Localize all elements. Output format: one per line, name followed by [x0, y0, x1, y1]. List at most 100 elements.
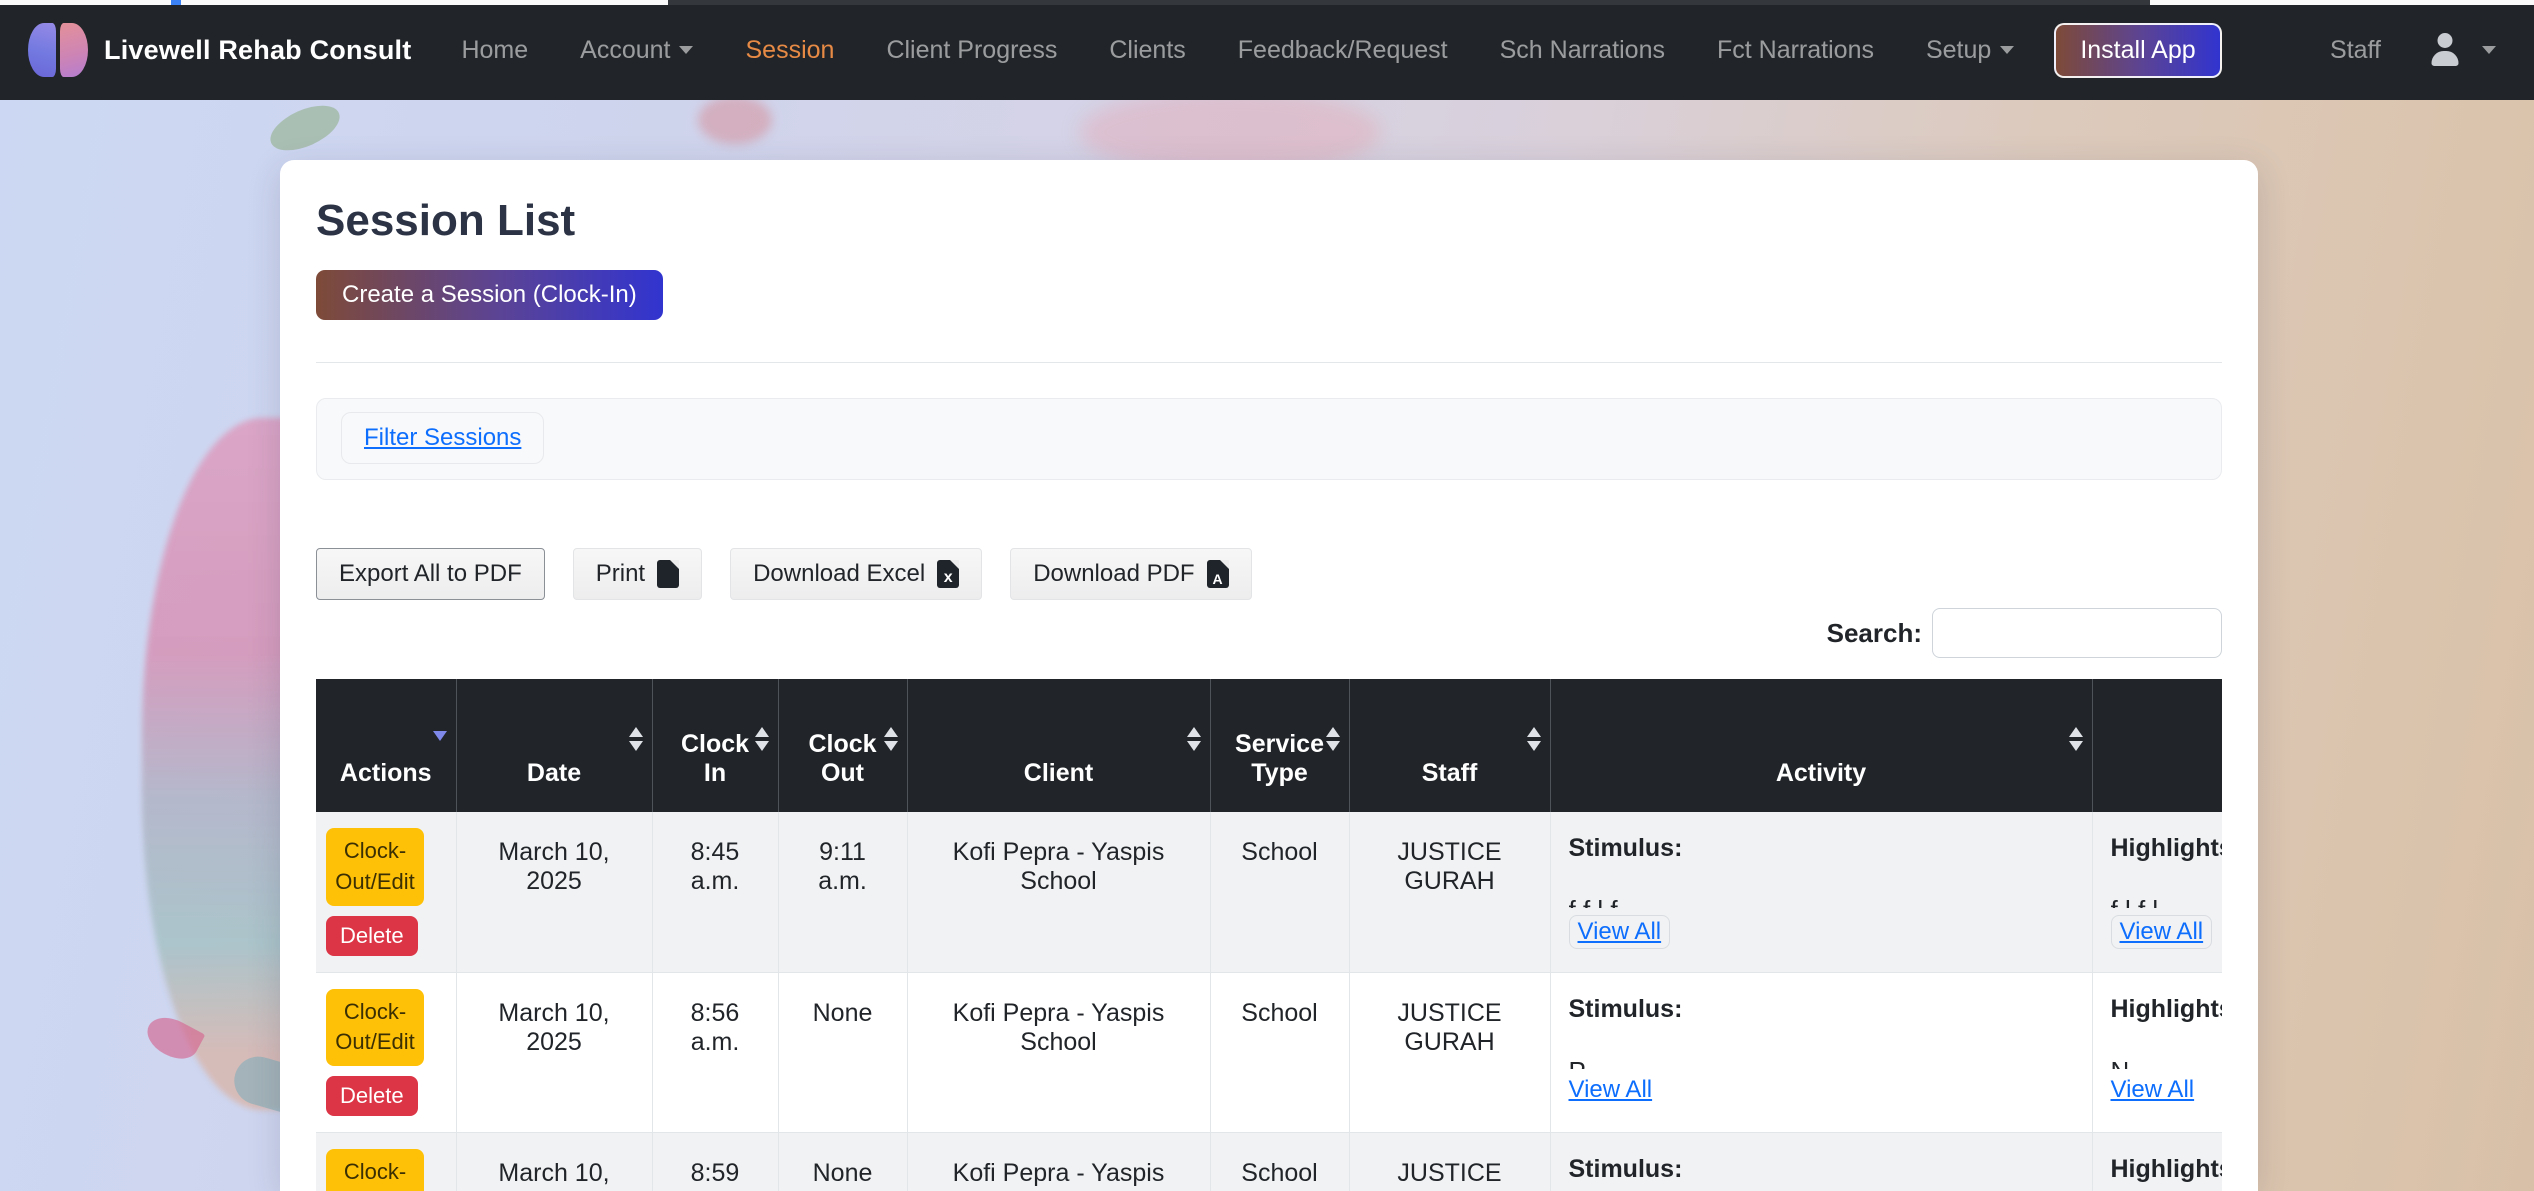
- brand-name: Livewell Rehab Consult: [104, 35, 411, 66]
- clock-out-edit-button[interactable]: Clock-Out/Edit: [326, 1149, 424, 1191]
- search-label: Search:: [1827, 618, 1922, 649]
- nav-item-home[interactable]: Home: [461, 36, 528, 65]
- brand[interactable]: Livewell Rehab Consult: [26, 21, 411, 79]
- user-menu[interactable]: [2427, 32, 2496, 68]
- window-chrome-strip: [0, 0, 2534, 5]
- nav-item-sch-narrations[interactable]: Sch Narrations: [1500, 36, 1665, 65]
- staff-cell: JUSTICE GURAH: [1349, 1133, 1550, 1191]
- highlights-label: Highlights:: [2111, 995, 2223, 1024]
- sort-icon: [1326, 727, 1340, 751]
- activity-cell: Stimulus: View All: [1550, 1133, 2092, 1191]
- sessions-table: Actions Date Clock In Clock Out: [316, 679, 2222, 1191]
- highlights-cell: Highlights: N View All: [2092, 972, 2222, 1133]
- highlights-preview-clipped: f l f l: [2111, 893, 2223, 908]
- nav-item-fct-narrations[interactable]: Fct Narrations: [1717, 36, 1874, 65]
- column-header-clock-in[interactable]: Clock In: [652, 679, 778, 812]
- sort-desc-icon: [433, 731, 447, 741]
- client-cell: Kofi Pepra - Yaspis School: [907, 812, 1210, 972]
- stimulus-label: Stimulus:: [1569, 1155, 2074, 1184]
- delete-button[interactable]: Delete: [326, 916, 418, 956]
- activity-preview-clipped: P: [1569, 1054, 2074, 1069]
- section-divider: [316, 362, 2222, 363]
- activity-cell: Stimulus: P View All: [1550, 972, 2092, 1133]
- column-header-activity[interactable]: Activity: [1550, 679, 2092, 812]
- staff-cell: JUSTICE GURAH: [1349, 812, 1550, 972]
- stimulus-label: Stimulus:: [1569, 995, 2074, 1024]
- activity-view-all-link[interactable]: View All: [1569, 915, 1671, 949]
- column-header-client[interactable]: Client: [907, 679, 1210, 812]
- clock-in-cell: 8:45 a.m.: [652, 812, 778, 972]
- nav-items: Home Account Session Client Progress Cli…: [461, 36, 2014, 65]
- create-session-button[interactable]: Create a Session (Clock-In): [316, 270, 663, 320]
- export-all-pdf-button[interactable]: Export All to PDF: [316, 548, 545, 600]
- client-cell: Kofi Pepra - Yaspis School: [907, 972, 1210, 1133]
- install-app-button[interactable]: Install App: [2054, 23, 2221, 78]
- nav-item-session[interactable]: Session: [745, 36, 834, 65]
- print-button[interactable]: Print: [573, 548, 702, 600]
- filter-panel: Filter Sessions: [316, 398, 2222, 480]
- sort-icon: [884, 727, 898, 751]
- highlights-label: Highlights:: [2111, 1155, 2223, 1184]
- clock-out-edit-button[interactable]: Clock-Out/Edit: [326, 828, 424, 906]
- staff-cell: JUSTICE GURAH: [1349, 972, 1550, 1133]
- activity-preview-clipped: f f l f: [1569, 893, 2074, 908]
- brain-logo-icon: [26, 21, 90, 79]
- brain-logo-left-lobe: [28, 23, 56, 77]
- service-type-cell: School: [1210, 812, 1349, 972]
- print-file-icon: [657, 560, 679, 588]
- clock-out-cell: None: [778, 972, 907, 1133]
- excel-file-icon: [937, 560, 959, 588]
- activity-cell: Stimulus: f f l f View All: [1550, 812, 2092, 972]
- window-chrome-blue-marker: [171, 0, 181, 5]
- sessions-table-container: Actions Date Clock In Clock Out: [316, 679, 2222, 1191]
- clock-out-cell: None: [778, 1133, 907, 1191]
- sort-icon: [1187, 727, 1201, 751]
- nav-item-clients[interactable]: Clients: [1109, 36, 1185, 65]
- nav-item-client-progress[interactable]: Client Progress: [886, 36, 1057, 65]
- caret-down-icon: [679, 46, 693, 54]
- nav-item-account[interactable]: Account: [580, 36, 693, 65]
- highlights-view-all-link[interactable]: View All: [2111, 915, 2213, 949]
- navbar-right-group: Staff: [2330, 32, 2496, 68]
- app-root: Livewell Rehab Consult Home Account Sess…: [0, 0, 2534, 1191]
- export-toolbar: Export All to PDF Print Download Excel D…: [316, 548, 1280, 600]
- client-cell: Kofi Pepra - Yaspis School: [907, 1133, 1210, 1191]
- main-card: Session List Create a Session (Clock-In)…: [280, 160, 2258, 1191]
- stimulus-label: Stimulus:: [1569, 834, 2074, 863]
- activity-view-all-link[interactable]: View All: [1569, 1076, 1653, 1104]
- column-header-highlights[interactable]: [2092, 679, 2222, 812]
- search-input[interactable]: [1932, 608, 2222, 658]
- column-header-clock-out[interactable]: Clock Out: [778, 679, 907, 812]
- column-header-service-type[interactable]: Service Type: [1210, 679, 1349, 812]
- pdf-file-icon: [1207, 560, 1229, 588]
- column-header-date[interactable]: Date: [456, 679, 652, 812]
- column-header-staff[interactable]: Staff: [1349, 679, 1550, 812]
- nav-item-feedback-request[interactable]: Feedback/Request: [1238, 36, 1448, 65]
- user-avatar-icon: [2427, 32, 2463, 68]
- clock-out-edit-button[interactable]: Clock-Out/Edit: [326, 989, 424, 1067]
- sort-icon: [2069, 727, 2083, 751]
- nav-item-setup[interactable]: Setup: [1926, 36, 2014, 65]
- filter-toggle-box[interactable]: Filter Sessions: [341, 412, 544, 464]
- background-red-blob: [698, 96, 772, 144]
- date-cell: March 10, 2025: [456, 1133, 652, 1191]
- staff-link[interactable]: Staff: [2330, 36, 2381, 65]
- actions-cell: Clock-Out/Edit Delete: [316, 972, 456, 1133]
- highlights-cell: Highlights: View All: [2092, 1133, 2222, 1191]
- delete-button[interactable]: Delete: [326, 1076, 418, 1116]
- service-type-cell: School: [1210, 972, 1349, 1133]
- download-excel-button[interactable]: Download Excel: [730, 548, 982, 600]
- column-header-actions[interactable]: Actions: [316, 679, 456, 812]
- top-navbar: Livewell Rehab Consult Home Account Sess…: [0, 0, 2534, 100]
- sort-icon: [629, 727, 643, 751]
- brain-logo-right-lobe: [60, 23, 88, 77]
- filter-sessions-link[interactable]: Filter Sessions: [364, 424, 521, 451]
- download-pdf-button[interactable]: Download PDF: [1010, 548, 1251, 600]
- clock-in-cell: 8:59 a.m.: [652, 1133, 778, 1191]
- sort-icon: [1527, 727, 1541, 751]
- service-type-cell: School: [1210, 1133, 1349, 1191]
- clock-in-cell: 8:56 a.m.: [652, 972, 778, 1133]
- highlights-view-all-link[interactable]: View All: [2111, 1076, 2195, 1104]
- date-cell: March 10, 2025: [456, 972, 652, 1133]
- page-title: Session List: [316, 196, 575, 246]
